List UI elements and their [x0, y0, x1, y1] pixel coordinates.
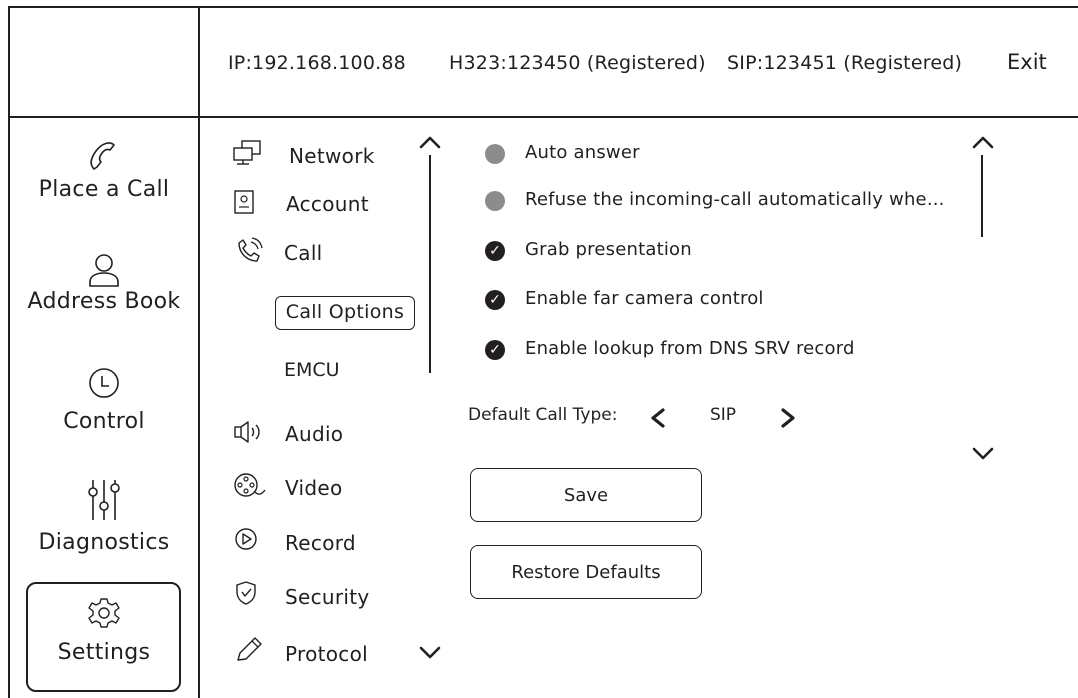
nav-place-call[interactable]: Place a Call	[10, 137, 198, 202]
category-protocol[interactable]: Protocol	[285, 642, 368, 666]
call-type-next-icon[interactable]	[778, 406, 798, 430]
option-label: Enable far camera control	[525, 288, 764, 309]
category-network[interactable]: Network	[289, 144, 375, 168]
category-audio[interactable]: Audio	[285, 422, 343, 446]
nav-diagnostics-label: Diagnostics	[38, 530, 170, 555]
shield-icon	[236, 581, 256, 605]
phone-ringing-icon	[238, 237, 263, 262]
person-icon	[89, 254, 119, 287]
option-label: Refuse the incoming-call automatically w…	[525, 189, 945, 210]
nav-place-call-label: Place a Call	[38, 177, 170, 202]
nav-divider	[198, 6, 200, 698]
gear-icon	[88, 598, 120, 628]
unchecked-radio-icon[interactable]	[485, 144, 505, 164]
checkmark-icon[interactable]: ✓	[485, 340, 505, 360]
h323-status: H323:123450 (Registered)	[449, 52, 706, 74]
clock-icon	[89, 368, 119, 398]
option-label: Enable lookup from DNS SRV record	[525, 338, 855, 359]
subcategory-call-options[interactable]: Call Options	[275, 296, 415, 330]
category-scrollbar[interactable]	[429, 155, 431, 373]
sliders-icon	[88, 480, 120, 520]
category-security[interactable]: Security	[285, 585, 370, 609]
record-play-icon	[235, 528, 257, 550]
options-scrollbar[interactable]	[981, 155, 983, 237]
checkmark-icon[interactable]: ✓	[485, 290, 505, 310]
options-scroll-down-icon[interactable]	[971, 446, 995, 462]
unchecked-radio-icon[interactable]	[485, 191, 505, 211]
exit-button[interactable]: Exit	[1007, 50, 1047, 74]
call-type-prev-icon[interactable]	[648, 406, 668, 430]
nav-settings-label: Settings	[57, 640, 151, 665]
option-label: Grab presentation	[525, 239, 692, 260]
ip-address: IP:192.168.100.88	[228, 52, 406, 74]
nav-control-label: Control	[63, 409, 145, 434]
nav-address-book[interactable]: Address Book	[10, 251, 198, 314]
subcategory-emcu[interactable]: EMCU	[284, 359, 340, 381]
film-reel-icon	[234, 473, 266, 497]
category-scroll-up-icon[interactable]	[418, 134, 442, 150]
contact-card-icon	[234, 190, 254, 214]
call-type-value: SIP	[710, 405, 737, 425]
pencil-icon	[237, 637, 262, 661]
network-icon	[233, 140, 261, 165]
phone-icon	[90, 142, 115, 170]
nav-diagnostics[interactable]: Diagnostics	[10, 476, 198, 555]
options-scroll-up-icon[interactable]	[971, 134, 995, 150]
category-account[interactable]: Account	[286, 192, 369, 216]
header-divider	[8, 116, 1078, 118]
sip-status: SIP:123451 (Registered)	[727, 52, 963, 74]
category-record[interactable]: Record	[285, 531, 356, 555]
save-button[interactable]: Save	[470, 468, 702, 522]
nav-settings[interactable]: Settings	[10, 596, 198, 665]
checkmark-icon[interactable]: ✓	[485, 241, 505, 261]
nav-control[interactable]: Control	[10, 365, 198, 434]
restore-defaults-button[interactable]: Restore Defaults	[470, 545, 702, 599]
category-scroll-down-icon[interactable]	[418, 645, 442, 661]
speaker-icon	[234, 421, 260, 443]
nav-address-book-label: Address Book	[27, 289, 181, 314]
option-label: Auto answer	[525, 142, 640, 163]
category-call[interactable]: Call	[284, 241, 323, 265]
category-video[interactable]: Video	[285, 476, 343, 500]
call-type-label: Default Call Type:	[468, 405, 618, 425]
